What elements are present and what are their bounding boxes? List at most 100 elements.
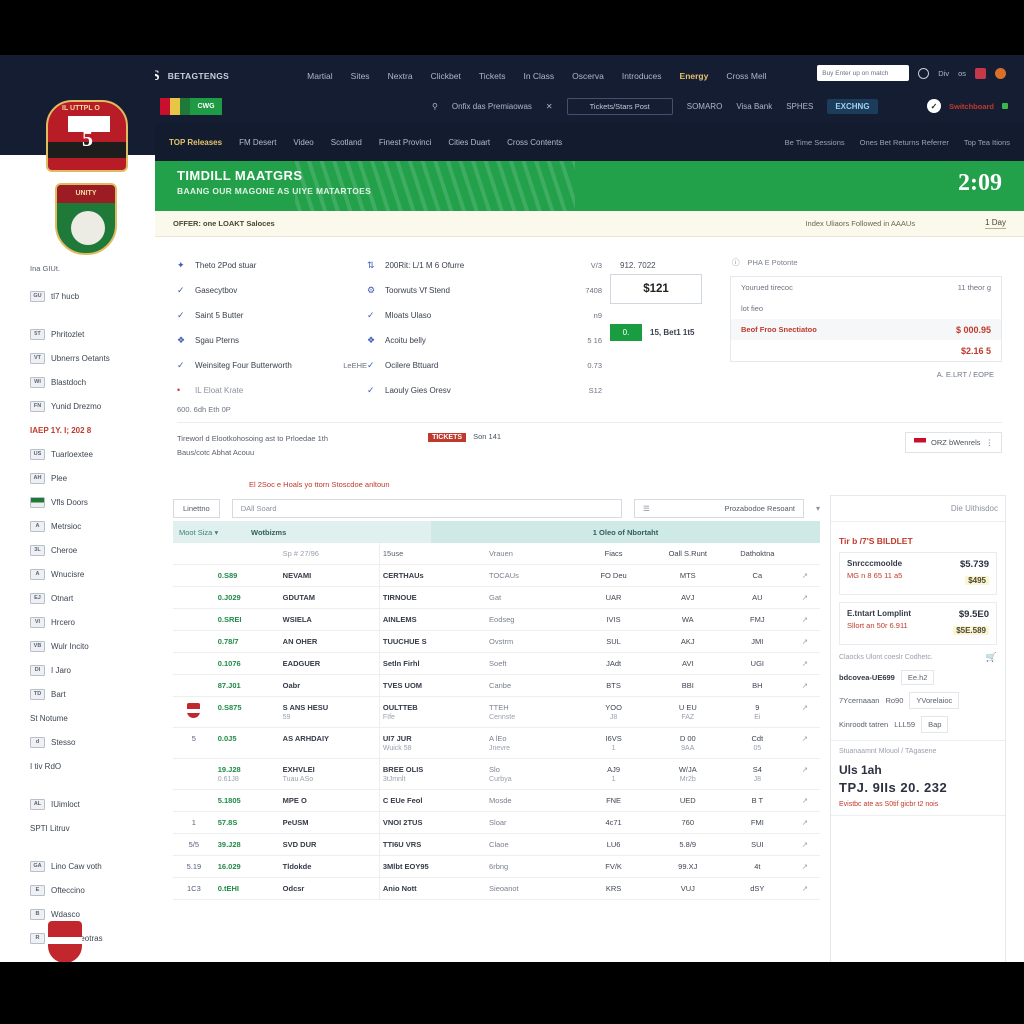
sidebar-item-9[interactable]: A Metrsioc — [30, 514, 155, 538]
nav-link-promo[interactable]: Energy — [680, 71, 709, 81]
table-cell-c9[interactable]: ↗ — [789, 652, 820, 675]
table-row[interactable]: 0.SREI WSIELA AINLEMS Eodseg IVIS WA FMJ ↗ — [173, 608, 820, 631]
nav2-exchange-button[interactable]: EXCHNG — [827, 98, 878, 114]
table-cell-c9[interactable]: ↗ — [789, 758, 820, 790]
offer-row-action[interactable]: Bap — [921, 716, 949, 733]
nav-link-6[interactable]: Oscerva — [572, 71, 604, 81]
sidebar-item-18[interactable]: d Stesso — [30, 730, 155, 754]
nav2-link-2[interactable]: SOMARO — [687, 102, 723, 111]
table-row[interactable]: 0.S89 NEVAMI CERTHAUs TOCAUs FO Deu MTS Ca ↗ — [173, 564, 820, 587]
table-row[interactable]: 19.J28 0.61J8 EXHVLEI Tuau ASo BREE OLIS 3tJm… — [173, 758, 820, 790]
table-cell-c9[interactable]: ↗ — [789, 564, 820, 587]
user-circle-icon[interactable] — [918, 67, 930, 79]
offer-card-0[interactable]: Snrcccmoolde MG n 8 65 11 a5 $5.739 $495 — [839, 552, 997, 595]
nav2-link-4[interactable]: SPHES — [786, 102, 813, 111]
sidebar-item-20[interactable]: AL IUimloct — [30, 792, 155, 816]
table-cell-c9[interactable]: ↗ — [789, 608, 820, 631]
sidebar-item-5-active[interactable]: IAEP 1Y. I; 202 8 — [30, 418, 155, 442]
nav-link-2[interactable]: Nextra — [388, 71, 413, 81]
nav2-link-3[interactable]: Visa Bank — [736, 102, 772, 111]
nav-link-1[interactable]: Sites — [351, 71, 370, 81]
table-row[interactable]: 1C3 0.tEHI Odcsr Anio Nott Sieoanot KRS VUJ dSY… — [173, 877, 820, 900]
nav-link-5[interactable]: In Class — [523, 71, 554, 81]
subnav-link-2[interactable]: Video — [293, 138, 313, 147]
stake-input[interactable]: $121 — [610, 274, 702, 304]
subnav-right-2[interactable]: Top Tea Itions — [964, 138, 1010, 147]
sidebar-item-23[interactable]: E Ofteccino — [30, 878, 155, 902]
sidebar-item-4[interactable]: FN Yunid Drezmo — [30, 394, 155, 418]
cart-icon[interactable]: 🛒 — [986, 652, 997, 663]
avatar[interactable] — [995, 67, 1006, 79]
table-row[interactable]: 0.S875 S ANS HESU 59 OULTTEB FIfe TTEH Cennste… — [173, 696, 820, 728]
table-row[interactable]: 5 0.0J5 AS ARHDAIY UI7 JUR Wuick 58 A lEo Jnev… — [173, 727, 820, 759]
subnav-link-5[interactable]: Cities Duart — [448, 138, 490, 147]
table-row[interactable]: 5/5 39.J28 SVD DUR TTI6U VRS Claoe LU6 5.8/9 SU… — [173, 833, 820, 856]
subnav-right-1[interactable]: Ones Bet Returns Referrer — [860, 138, 949, 147]
sidebar-item-7[interactable]: AH Plee — [30, 466, 155, 490]
offer-row-action[interactable]: YVorelaioc — [909, 692, 960, 709]
sidebar-item-10[interactable]: 3L Cheroe — [30, 538, 155, 562]
sidebar-item-11[interactable]: A Wnucisre — [30, 562, 155, 586]
table-row[interactable]: 0.1076 EADGUER Setln Firhl Soeft JAdt AVI UGI ↗ — [173, 652, 820, 675]
nav-link-9[interactable]: Cross Mell — [726, 71, 766, 81]
table-row[interactable]: 5.19 16.029 Tldokde 3Mlbt EOY95 6rbng FV/K 99.… — [173, 855, 820, 878]
sidebar-item-22[interactable]: GA Lino Caw voth — [30, 854, 155, 878]
subnav-right-0[interactable]: Be Time Sessions — [785, 138, 845, 147]
notification-chip-icon[interactable] — [975, 67, 986, 79]
sidebar-item-15[interactable]: DI I Jaro — [30, 658, 155, 682]
clock-icon[interactable]: ✓ — [926, 99, 941, 113]
account-mini-label[interactable]: os — [958, 69, 966, 78]
sidebar-item-21[interactable]: SPTI Litruv — [30, 816, 155, 840]
sidebar-item-6[interactable]: US Tuarloextee — [30, 442, 155, 466]
table-cell-c9[interactable]: ↗ — [789, 727, 820, 759]
table-row[interactable]: 5.1805 MPE OC EUe Feol Mosde FNE UED B T ↗ — [173, 789, 820, 812]
table-row[interactable]: 0.J029 GDUTAM TIRNOUE Gat UAR AVJ AU ↗ — [173, 586, 820, 609]
table-cell-c9[interactable]: ↗ — [789, 630, 820, 653]
sidebar-item-13[interactable]: VI Hrcero — [30, 610, 155, 634]
table-row[interactable]: 1 57.8S PeUSM VNOI 2TUS Sloar 4c71 760 FMI ↗ — [173, 811, 820, 834]
search-small-icon[interactable]: ⚲ — [432, 102, 438, 111]
nav-link-0[interactable]: Martial — [307, 71, 333, 81]
subnav-link-6[interactable]: Cross Contents — [507, 138, 562, 147]
table-row[interactable]: 0.78/7 AN OHER TUUCHUE S Ovstrm SUL AKJ JMI ↗ — [173, 630, 820, 653]
account-label[interactable]: Div — [938, 69, 949, 78]
subnav-link-3[interactable]: Scotland — [331, 138, 362, 147]
subnav-link-1[interactable]: FM Desert — [239, 138, 276, 147]
table-cell-c9[interactable]: ↗ — [789, 586, 820, 609]
close-icon[interactable]: ✕ — [546, 102, 553, 111]
offer-kv-value[interactable]: Ee.h2 — [900, 670, 935, 685]
table-cell-c9[interactable]: ↗ — [789, 696, 820, 728]
sidebar-item-16[interactable]: TD Bart — [30, 682, 155, 706]
subnav-link-top[interactable]: TOP Releases — [169, 138, 222, 147]
nav-link-7[interactable]: Introduces — [622, 71, 662, 81]
offer-duration[interactable]: 1 Day — [985, 218, 1006, 229]
table-search-input[interactable]: DAll Soard — [231, 498, 622, 518]
sidebar-item-3[interactable]: WI Blastdoch — [30, 370, 155, 394]
sidebar-item-17[interactable]: St Notume — [30, 706, 155, 730]
table-filter-dropdown[interactable]: Moot Siza ▾ — [173, 528, 251, 537]
sidebar-item-2[interactable]: VT Ubnerrs Oetants — [30, 346, 155, 370]
sidebar-item-19[interactable]: I tiv RdO — [30, 754, 155, 778]
table-cell-c9[interactable]: ↗ — [789, 833, 820, 856]
nav-link-4[interactable]: Tickets — [479, 71, 506, 81]
table-row[interactable]: 87.J01 Oabr TVES UOM Canbe BTS BBI BH ↗ — [173, 674, 820, 697]
sidebar-item-1[interactable]: 5T Phritozlet — [30, 322, 155, 346]
nav-link-3[interactable]: Clickbet — [431, 71, 461, 81]
table-cell-c9[interactable]: ↗ — [789, 674, 820, 697]
sidebar-item-14[interactable]: VB Wulr Incito — [30, 634, 155, 658]
sidebar-item-12[interactable]: EJ Otnart — [30, 586, 155, 610]
search-input[interactable]: Buy Enter up on match — [817, 65, 910, 81]
table-filter-button[interactable]: Linettno — [173, 498, 220, 518]
sidebar-item-8[interactable]: Vfls Doors — [30, 490, 155, 514]
place-bet-button[interactable]: 0. — [610, 324, 642, 341]
chevron-down-icon[interactable]: ▾ — [816, 504, 820, 513]
region-selector[interactable]: ORZ bWenrels ⋮ — [905, 432, 1002, 453]
table-secondary-filter[interactable]: ☰ Prozabodoe Resoant — [633, 498, 804, 518]
nav2-pill-button[interactable]: Tickets/Stars Post — [566, 97, 673, 115]
table-cell-c9[interactable]: ↗ — [789, 855, 820, 878]
table-cell-c9[interactable]: ↗ — [789, 877, 820, 900]
sidebar-item-0[interactable]: GU tl7 hucb — [30, 284, 155, 308]
table-cell-c9[interactable]: ↗ — [789, 789, 820, 812]
switchboard-label[interactable]: Switchboard — [949, 102, 994, 111]
subnav-link-4[interactable]: Finest Provinci — [379, 138, 431, 147]
